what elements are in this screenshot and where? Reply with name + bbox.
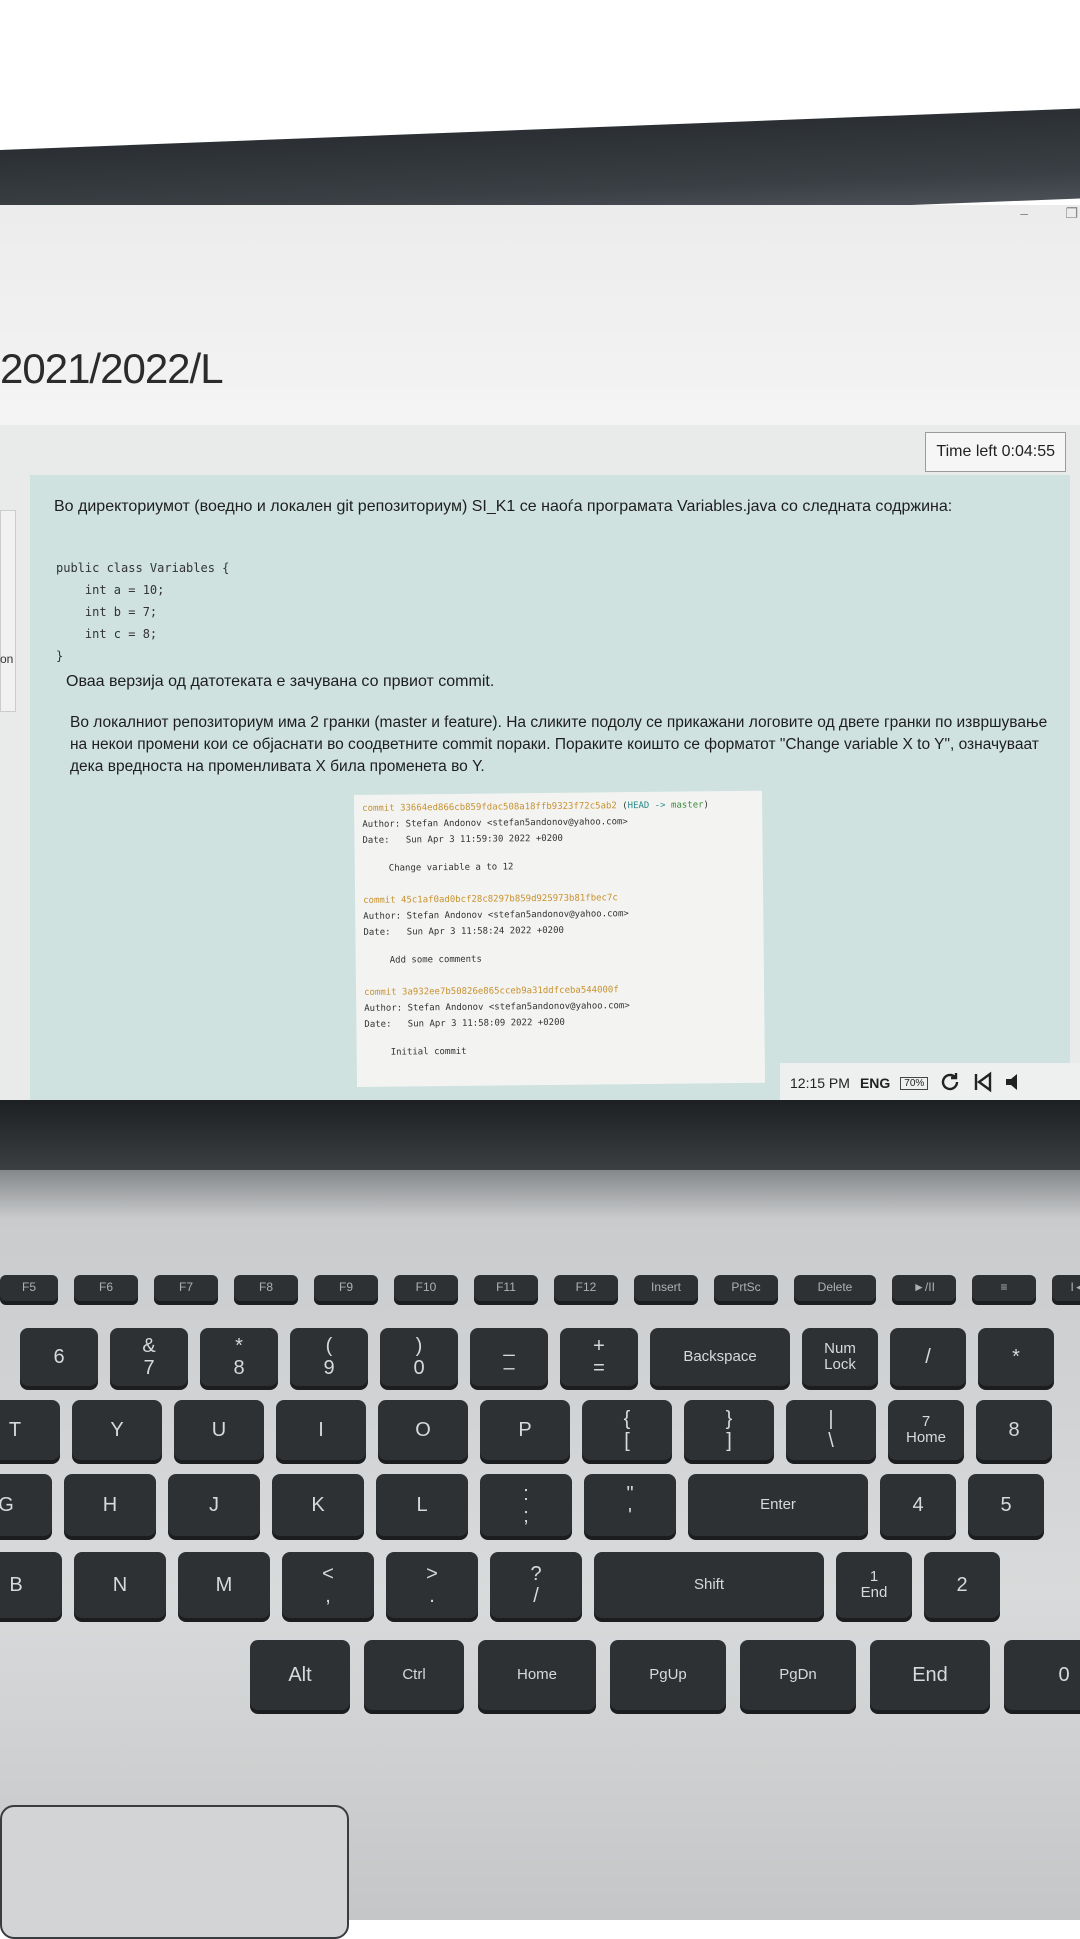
key-m[interactable]: M [178, 1552, 270, 1618]
commit-message: Add some comments [389, 954, 482, 966]
key-8[interactable]: 8 [976, 1400, 1052, 1460]
key--[interactable]: + = [560, 1328, 638, 1386]
key-b[interactable]: B [0, 1552, 62, 1618]
key-lock[interactable]: Num Lock [802, 1328, 878, 1386]
key-end[interactable]: 1 End [836, 1552, 912, 1618]
restore-button[interactable]: ❐ [1065, 205, 1078, 222]
navigation-rail[interactable] [0, 510, 16, 712]
key-2[interactable]: 2 [924, 1552, 1000, 1618]
key-f5[interactable]: F5 [0, 1275, 58, 1301]
page-header: – ❐ 2021/2022/L [0, 205, 1080, 425]
commit-date: Date: Sun Apr 3 11:58:09 2022 +0200 [364, 1017, 565, 1030]
key--[interactable]: : ; [480, 1474, 572, 1536]
key--ii[interactable]: ►/II [892, 1275, 956, 1301]
key-u[interactable]: U [174, 1400, 264, 1460]
code-line: int a = 10; [56, 583, 165, 597]
key-h[interactable]: H [64, 1474, 156, 1536]
key-5[interactable]: 5 [968, 1474, 1044, 1536]
language-indicator[interactable]: ENG [860, 1075, 890, 1091]
key-end[interactable]: End [870, 1640, 990, 1710]
question-intro: Во директориумот (воедно и локален git р… [54, 498, 953, 515]
battery-indicator[interactable]: 70% [900, 1076, 929, 1090]
key--[interactable]: { [ [582, 1400, 672, 1460]
minimize-button[interactable]: – [1020, 205, 1028, 221]
key-f11[interactable]: F11 [474, 1275, 538, 1301]
key-y[interactable]: Y [72, 1400, 162, 1460]
laptop-hinge [0, 1100, 1080, 1170]
key-f9[interactable]: F9 [314, 1275, 378, 1301]
key--[interactable]: _ – [470, 1328, 548, 1386]
key-n[interactable]: N [74, 1552, 166, 1618]
key-f10[interactable]: F10 [394, 1275, 458, 1301]
time-left-timer: Time left 0:04:55 [925, 432, 1066, 472]
commit-date: Date: Sun Apr 3 11:58:24 2022 +0200 [363, 925, 564, 938]
key-i-[interactable]: I◄◄ [1052, 1275, 1080, 1301]
code-line: public class Variables { [56, 561, 230, 575]
key-0[interactable]: 0 [1004, 1640, 1080, 1710]
laptop-screen: – ❐ 2021/2022/L Time left 0:04:55 on Во … [0, 205, 1080, 1105]
key-insert[interactable]: Insert [634, 1275, 698, 1301]
commit-message: Initial commit [390, 1046, 467, 1058]
volume-icon[interactable] [1004, 1071, 1026, 1096]
skip-back-icon[interactable] [972, 1071, 994, 1096]
trackpad[interactable] [0, 1805, 349, 1939]
key-k[interactable]: K [272, 1474, 364, 1536]
key-pgup[interactable]: PgUp [610, 1640, 726, 1710]
navigation-rail-label: on [0, 652, 14, 666]
clock[interactable]: 12:15 PM [790, 1075, 850, 1091]
key--[interactable]: > . [386, 1552, 478, 1618]
key-7[interactable]: & 7 [110, 1328, 188, 1386]
key-0[interactable]: ) 0 [380, 1328, 458, 1386]
key-j[interactable]: J [168, 1474, 260, 1536]
key-g[interactable]: G [0, 1474, 52, 1536]
key-home[interactable]: Home [478, 1640, 596, 1710]
key-4[interactable]: 4 [880, 1474, 956, 1536]
key--[interactable]: " ' [584, 1474, 676, 1536]
taskbar-tray: 12:15 PM ENG 70% [780, 1063, 1080, 1103]
key-6[interactable]: 6 [20, 1328, 98, 1386]
key-f7[interactable]: F7 [154, 1275, 218, 1301]
code-line: } [56, 649, 64, 663]
question-paragraph-1: Оваа верзија од датотеката е зачувана со… [66, 673, 495, 690]
key-i[interactable]: I [276, 1400, 366, 1460]
code-line: int b = 7; [56, 605, 158, 619]
key-9[interactable]: ( 9 [290, 1328, 368, 1386]
key-delete[interactable]: Delete [794, 1275, 876, 1301]
key--[interactable]: } ] [684, 1400, 774, 1460]
key--[interactable]: * [978, 1328, 1054, 1386]
question-paragraph-2: Во локалниот репозиториум има 2 гранки (… [70, 714, 1048, 775]
refresh-icon[interactable] [938, 1070, 962, 1097]
key-8[interactable]: * 8 [200, 1328, 278, 1386]
page-title: 2021/2022/L [0, 345, 224, 392]
key--[interactable]: / [890, 1328, 966, 1386]
key-shift[interactable]: Shift [594, 1552, 824, 1618]
key-l[interactable]: L [376, 1474, 468, 1536]
key--[interactable]: | \ [786, 1400, 876, 1460]
key--[interactable]: ? / [490, 1552, 582, 1618]
key-enter[interactable]: Enter [688, 1474, 868, 1536]
key-pgdn[interactable]: PgDn [740, 1640, 856, 1710]
git-log-image: commit 33664ed866cb859fdac508a18ffb9323f… [354, 790, 766, 1087]
key-prtsc[interactable]: PrtSc [714, 1275, 778, 1301]
commit-date: Date: Sun Apr 3 11:59:30 2022 +0200 [362, 833, 564, 846]
key-f6[interactable]: F6 [74, 1275, 138, 1301]
key-o[interactable]: O [378, 1400, 468, 1460]
key-home[interactable]: 7 Home [888, 1400, 964, 1460]
code-line: int c = 8; [56, 627, 158, 641]
key--[interactable]: < , [282, 1552, 374, 1618]
key-backspace[interactable]: Backspace [650, 1328, 790, 1386]
commit-message: Change variable a to 12 [388, 862, 514, 874]
key-ctrl[interactable]: Ctrl [364, 1640, 464, 1710]
code-block: public class Variables { int a = 10; int… [56, 557, 229, 667]
key--[interactable]: ≡ [972, 1275, 1036, 1301]
key-f8[interactable]: F8 [234, 1275, 298, 1301]
key-alt[interactable]: Alt [250, 1640, 350, 1710]
key-p[interactable]: P [480, 1400, 570, 1460]
key-f12[interactable]: F12 [554, 1275, 618, 1301]
key-t[interactable]: T [0, 1400, 60, 1460]
